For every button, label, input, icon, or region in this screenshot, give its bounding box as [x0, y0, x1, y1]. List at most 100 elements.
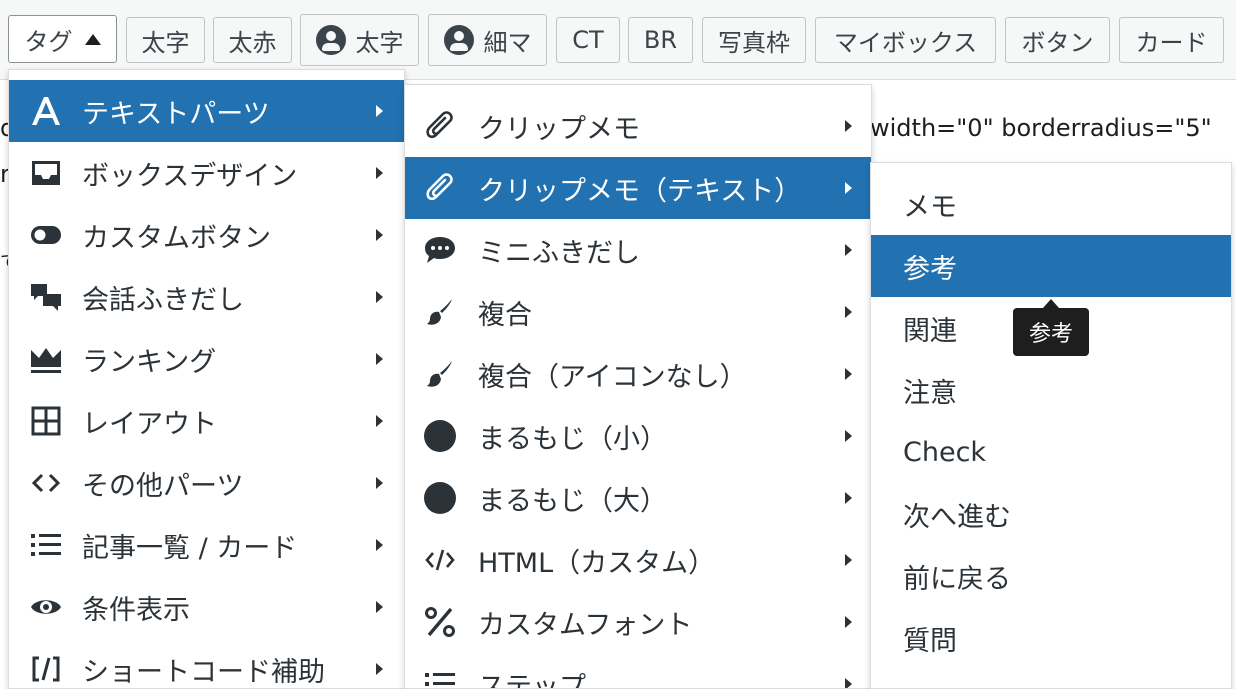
menu-item-label: 記事一覧 / カード: [82, 526, 297, 565]
shortcode-icon: [29, 652, 63, 686]
user-circle-icon: [316, 25, 346, 55]
menu-item-label: 前に戻る: [903, 557, 1011, 596]
menu-item-label: 複合（アイコンなし）: [478, 355, 747, 394]
menu-item-round-letter-small[interactable]: まるもじ（小）: [405, 405, 871, 467]
editor-text-attributes: width="0" borderradius="5": [870, 114, 1212, 142]
menu-item-conversation-bubble[interactable]: 会話ふきだし: [9, 266, 404, 328]
menu-item-label: ミニふきだし: [478, 231, 640, 270]
menu-item-label: クリップメモ: [478, 107, 640, 146]
chevron-right-icon: [376, 229, 383, 241]
speech-bubble-icon: [423, 233, 457, 267]
menu-item-round-letter-large[interactable]: まるもじ（大）: [405, 467, 871, 529]
menu-item-label: HTML（カスタム）: [478, 541, 715, 580]
menu-item-composite[interactable]: 複合: [405, 281, 871, 343]
chevron-right-icon: [376, 477, 383, 489]
paperclip-icon: [423, 171, 457, 205]
clip-memo-text-submenu: メモ 参考 関連 注意 Check 次へ進む 前に戻る 質問: [870, 162, 1232, 689]
chat-bubbles-icon: [29, 280, 63, 314]
menu-item-custom-button[interactable]: カスタムボタン: [9, 204, 404, 266]
user-bold-button[interactable]: 太字: [300, 14, 419, 66]
menu-item-label: まるもじ（大）: [478, 479, 667, 518]
tooltip: 参考: [1013, 308, 1089, 356]
chevron-right-icon: [845, 182, 852, 194]
menu-item-label: ランキング: [82, 340, 216, 379]
menu-item-reference[interactable]: 参考: [871, 235, 1231, 297]
menu-item-label: レイアウト: [82, 402, 217, 441]
bold-red-button[interactable]: 太赤: [213, 17, 292, 63]
br-button[interactable]: BR: [628, 17, 693, 63]
chevron-right-icon: [376, 167, 383, 179]
inbox-icon: [29, 156, 63, 190]
menu-item-check[interactable]: Check: [871, 421, 1231, 483]
menu-item-label: 条件表示: [82, 588, 190, 627]
chevron-right-icon: [376, 539, 383, 551]
menu-item-step[interactable]: ステップ: [405, 653, 871, 689]
menu-item-next[interactable]: 次へ進む: [871, 483, 1231, 545]
menu-item-label: クリップメモ（テキスト）: [478, 169, 801, 208]
menu-item-mini-bubble[interactable]: ミニふきだし: [405, 219, 871, 281]
user-thin-marker-button[interactable]: 細マ: [428, 14, 547, 66]
menu-item-custom-font[interactable]: カスタムフォント: [405, 591, 871, 653]
chevron-right-icon: [376, 415, 383, 427]
user-thin-marker-label: 細マ: [484, 23, 532, 58]
menu-item-other-parts[interactable]: その他パーツ: [9, 452, 404, 514]
my-box-button[interactable]: マイボックス: [815, 17, 996, 63]
menu-item-label: メモ: [903, 185, 957, 224]
menu-item-label: ショートコード補助: [82, 650, 325, 689]
menu-item-layout[interactable]: レイアウト: [9, 390, 404, 452]
photo-frame-button[interactable]: 写真枠: [702, 17, 806, 63]
eye-icon: [29, 590, 63, 624]
brush-icon: [423, 357, 457, 391]
chevron-right-icon: [845, 120, 852, 132]
menu-item-memo[interactable]: メモ: [871, 173, 1231, 235]
menu-item-conditional-display[interactable]: 条件表示: [9, 576, 404, 638]
chevron-right-icon: [845, 306, 852, 318]
button-button[interactable]: ボタン: [1005, 17, 1110, 63]
grid-icon: [29, 404, 63, 438]
menu-item-label: 会話ふきだし: [82, 278, 244, 317]
bold-button[interactable]: 太字: [126, 17, 205, 63]
menu-item-clip-memo[interactable]: クリップメモ: [405, 95, 871, 157]
menu-item-label: 注意: [903, 371, 957, 410]
tag-menu: テキストパーツ ボックスデザイン カスタムボタン 会話ふきだし ランキング: [8, 69, 405, 689]
card-button[interactable]: カード: [1119, 17, 1224, 63]
crown-icon: [29, 342, 63, 376]
menu-item-label: その他パーツ: [82, 464, 243, 503]
menu-item-html-custom[interactable]: HTML（カスタム）: [405, 529, 871, 591]
menu-item-shortcode-helper[interactable]: ショートコード補助: [9, 638, 404, 689]
chevron-right-icon: [376, 601, 383, 613]
menu-item-box-design[interactable]: ボックスデザイン: [9, 142, 404, 204]
chevron-right-icon: [845, 244, 852, 256]
code-brackets-icon: [29, 466, 63, 500]
menu-item-label: 複合: [478, 293, 532, 332]
chevron-right-icon: [845, 492, 852, 504]
ct-button[interactable]: CT: [556, 17, 620, 63]
menu-item-label: 関連: [903, 309, 957, 348]
menu-item-question[interactable]: 質問: [871, 607, 1231, 669]
menu-item-ranking[interactable]: ランキング: [9, 328, 404, 390]
menu-item-text-parts[interactable]: テキストパーツ: [9, 80, 404, 142]
menu-item-caution[interactable]: 注意: [871, 359, 1231, 421]
caret-up-icon: [85, 34, 101, 45]
chevron-right-icon: [845, 430, 852, 442]
brush-icon: [423, 295, 457, 329]
circle-icon: [423, 419, 457, 453]
list-icon: [423, 667, 457, 689]
menu-item-composite-no-icon[interactable]: 複合（アイコンなし）: [405, 343, 871, 405]
tag-dropdown-button[interactable]: タグ: [8, 15, 117, 63]
circle-icon: [423, 481, 457, 515]
chevron-right-icon: [376, 353, 383, 365]
menu-item-back[interactable]: 前に戻る: [871, 545, 1231, 607]
menu-item-clip-memo-text[interactable]: クリップメモ（テキスト）: [405, 157, 871, 219]
list-icon: [29, 528, 63, 562]
chevron-right-icon: [845, 368, 852, 380]
menu-item-label: Check: [903, 437, 986, 468]
menu-item-label: ボックスデザイン: [82, 154, 297, 193]
menu-item-label: カスタムフォント: [478, 603, 692, 642]
paperclip-icon: [423, 109, 457, 143]
percent-icon: [423, 605, 457, 639]
menu-item-label: テキストパーツ: [82, 92, 270, 131]
menu-item-label: カスタムボタン: [82, 216, 271, 255]
menu-item-article-list-card[interactable]: 記事一覧 / カード: [9, 514, 404, 576]
editor-toolbar: タグ 太字 太赤 太字 細マ CT BR 写真枠 マイボックス ボタン カード: [0, 0, 1236, 80]
